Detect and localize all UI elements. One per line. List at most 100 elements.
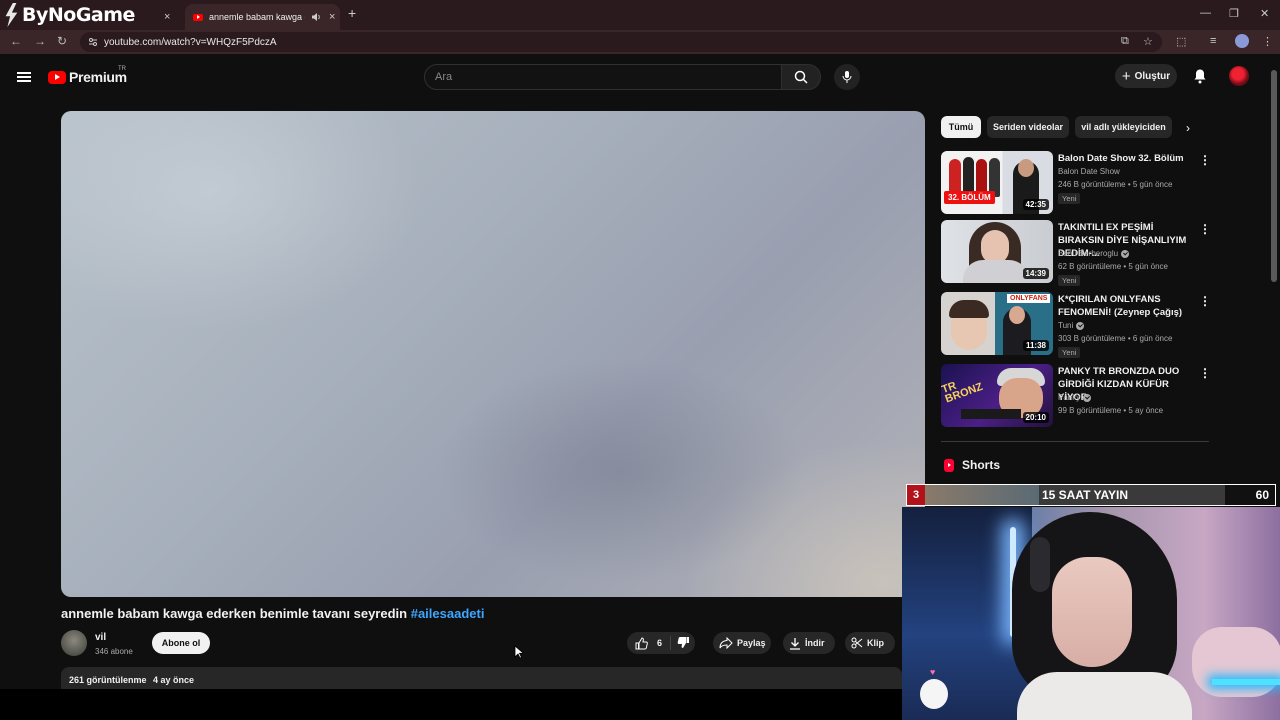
youtube-logo[interactable]: Premium TR bbox=[48, 66, 127, 85]
minimize-icon[interactable]: — bbox=[1200, 7, 1211, 19]
tab-inactive-close[interactable]: × bbox=[160, 4, 184, 30]
verified-icon bbox=[1076, 321, 1085, 330]
recommendation-channel[interactable]: Banu Berberoglu bbox=[1058, 249, 1130, 258]
recommendation-channel[interactable]: Panky bbox=[1058, 393, 1092, 402]
recommendation-item[interactable]: ONLYFANS 11:38 K*ÇIRILAN ONLYFANS FENOME… bbox=[941, 292, 1211, 358]
recommendation-title[interactable]: Balon Date Show 32. Bölüm bbox=[1058, 152, 1198, 165]
mouse-cursor-icon bbox=[514, 645, 523, 659]
share-label: Paylaş bbox=[737, 638, 766, 648]
address-bar[interactable]: youtube.com/watch?v=WHQzF5PdczA bbox=[80, 32, 1162, 52]
extensions-icon[interactable]: ⬚ bbox=[1176, 35, 1186, 48]
video-thumbnail[interactable]: TR BRONZ 20:10 bbox=[941, 364, 1053, 427]
mic-icon bbox=[842, 71, 852, 83]
search-icon bbox=[794, 70, 808, 84]
media-icon[interactable]: ≡ bbox=[1210, 35, 1216, 47]
dislike-button[interactable] bbox=[671, 636, 694, 651]
speaker-icon[interactable] bbox=[311, 12, 321, 22]
kebab-icon[interactable]: ⋮ bbox=[1199, 294, 1211, 308]
youtube-header: Premium TR Ara + Oluştur bbox=[0, 54, 1280, 100]
youtube-play-icon bbox=[48, 70, 66, 84]
recommendation-channel[interactable]: Tuni bbox=[1058, 321, 1085, 330]
close-icon[interactable]: × bbox=[329, 11, 335, 23]
tab-youtube[interactable]: annemle babam kawga ede × bbox=[185, 4, 340, 30]
video-thumbnail[interactable]: 14:39 bbox=[941, 220, 1053, 283]
kebab-icon[interactable]: ⋮ bbox=[1199, 366, 1211, 380]
recommendation-channel[interactable]: Balon Date Show bbox=[1058, 167, 1120, 176]
new-badge: Yeni bbox=[1058, 193, 1081, 204]
account-avatar[interactable] bbox=[1229, 66, 1249, 86]
search-button[interactable] bbox=[781, 64, 821, 90]
channel-name-text: Banu Berberoglu bbox=[1058, 249, 1119, 258]
search-input[interactable]: Ara bbox=[424, 64, 782, 90]
site-info-icon[interactable] bbox=[88, 37, 98, 47]
video-thumbnail[interactable]: 32. BÖLÜM 42:35 bbox=[941, 151, 1053, 214]
recommendation-item[interactable]: TR BRONZ 20:10 PANKY TR BRONZDA DUO GİRD… bbox=[941, 364, 1211, 430]
create-button[interactable]: + Oluştur bbox=[1115, 64, 1177, 88]
close-window-icon[interactable]: ✕ bbox=[1260, 7, 1269, 20]
chevron-right-icon[interactable]: › bbox=[1186, 121, 1190, 135]
scissors-icon bbox=[851, 637, 863, 649]
channel-name-text: Panky bbox=[1058, 393, 1081, 402]
url-text: youtube.com/watch?v=WHQzF5PdczA bbox=[104, 36, 277, 48]
kebab-icon[interactable]: ⋮ bbox=[1199, 222, 1211, 236]
share-icon bbox=[719, 637, 733, 649]
video-thumbnail[interactable]: ONLYFANS 11:38 bbox=[941, 292, 1053, 355]
upload-age: 4 ay önce bbox=[153, 675, 195, 685]
menu-kebab-icon[interactable]: ⋮ bbox=[1262, 35, 1273, 48]
dislike-icon bbox=[677, 636, 689, 648]
voice-search-button[interactable] bbox=[834, 64, 860, 90]
forward-icon[interactable]: → bbox=[34, 34, 46, 48]
video-title-text: annemle babam kawga ederken benimle tava… bbox=[61, 606, 408, 621]
recommendation-item[interactable]: 14:39 TAKINTILI EX PEŞİMİ BIRAKSIN DİYE … bbox=[941, 220, 1211, 286]
verified-icon bbox=[1121, 249, 1130, 258]
mascot-icon bbox=[920, 679, 948, 709]
download-label: İndir bbox=[805, 638, 825, 648]
thumbnail-label: ONLYFANS bbox=[1007, 294, 1051, 303]
clip-button[interactable]: Klip bbox=[845, 632, 895, 654]
verified-icon bbox=[1083, 393, 1092, 402]
chip-uploader[interactable]: vil adlı yükleyiciden bbox=[1075, 116, 1172, 138]
like-dislike-group: 6 bbox=[627, 632, 695, 654]
channel-name[interactable]: vil bbox=[95, 632, 106, 643]
back-icon[interactable]: ← bbox=[10, 34, 22, 48]
shorts-header: Shorts bbox=[944, 458, 1000, 472]
tab-title: annemle babam kawga ede bbox=[209, 12, 305, 22]
recommendation-meta: 246 B görüntüleme • 5 gün önce bbox=[1058, 180, 1173, 189]
bolt-icon bbox=[5, 3, 18, 27]
bell-icon[interactable] bbox=[1193, 68, 1207, 84]
channel-avatar[interactable] bbox=[61, 630, 87, 656]
subscribe-button[interactable]: Abone ol bbox=[152, 632, 210, 654]
download-button[interactable]: İndir bbox=[783, 632, 835, 654]
video-duration: 14:39 bbox=[1022, 268, 1049, 279]
profile-avatar[interactable] bbox=[1235, 34, 1249, 48]
chip-series[interactable]: Seriden videolar bbox=[987, 116, 1069, 138]
share-button[interactable]: Paylaş bbox=[713, 632, 771, 654]
streamer-shirt bbox=[1017, 672, 1192, 720]
hamburger-icon[interactable] bbox=[17, 72, 31, 82]
page-scrollbar[interactable] bbox=[1271, 70, 1277, 282]
hashtag-link[interactable]: #ailesaadeti bbox=[411, 606, 485, 621]
shorts-icon bbox=[944, 458, 954, 472]
restore-icon[interactable]: ❐ bbox=[1229, 7, 1239, 20]
shorts-label: Shorts bbox=[962, 458, 1001, 472]
channel-name-text: Tuni bbox=[1058, 321, 1074, 330]
like-button[interactable]: 6 bbox=[627, 636, 671, 650]
kebab-icon[interactable]: ⋮ bbox=[1199, 153, 1211, 167]
description-box[interactable]: 261 görüntülenme 4 ay önce bbox=[61, 667, 902, 689]
channel-name-text: Balon Date Show bbox=[1058, 167, 1120, 176]
plus-icon: + bbox=[1121, 67, 1131, 85]
new-badge: Yeni bbox=[1058, 347, 1081, 358]
chip-all[interactable]: Tümü bbox=[941, 116, 981, 138]
recommendation-item[interactable]: 32. BÖLÜM 42:35 Balon Date Show 32. Bölü… bbox=[941, 151, 1211, 217]
clip-label: Klip bbox=[867, 638, 884, 648]
webcam-pillow bbox=[1192, 627, 1280, 697]
video-player[interactable] bbox=[61, 111, 925, 597]
bookmark-star-icon[interactable]: ☆ bbox=[1143, 35, 1153, 48]
video-duration: 11:38 bbox=[1022, 340, 1049, 351]
cast-icon[interactable]: ⧉ bbox=[1121, 35, 1129, 48]
recommendation-title[interactable]: K*ÇIRILAN ONLYFANS FENOMENİ! (Zeynep Çağ… bbox=[1058, 293, 1198, 319]
close-icon[interactable]: × bbox=[164, 11, 170, 23]
new-tab-button[interactable]: + bbox=[348, 5, 356, 21]
thumbnail-label: 32. BÖLÜM bbox=[944, 191, 995, 204]
reload-icon[interactable]: ↻ bbox=[57, 34, 67, 48]
